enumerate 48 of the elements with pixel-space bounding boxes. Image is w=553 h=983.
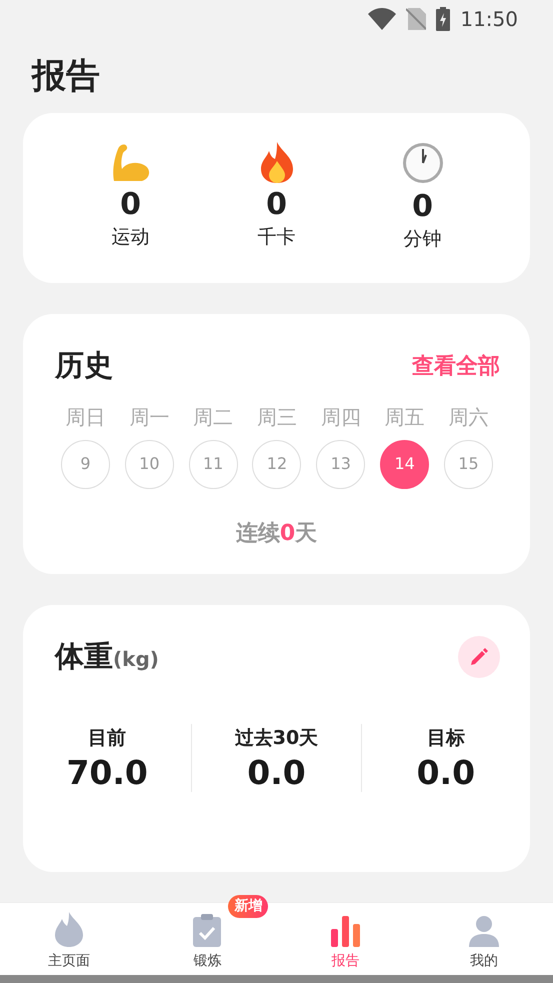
weekday-label: 周三 (256, 404, 297, 431)
nav-tab[interactable]: 主页面 (42, 903, 96, 975)
stat-label: 目标 (426, 726, 465, 752)
streak-text: 连续0天 (234, 520, 318, 548)
battery-charging-icon (436, 7, 450, 31)
section-title: 历史 (55, 347, 113, 384)
date-button[interactable]: 9 (61, 440, 110, 489)
stat-value: 0.0 (416, 752, 476, 792)
date-button[interactable]: 12 (252, 440, 302, 489)
edit-button[interactable] (458, 636, 500, 678)
clipboard-check-icon (192, 913, 222, 947)
bar-chart-icon (330, 915, 362, 947)
weekday-label: 周六 (448, 404, 488, 431)
stat-label: 过去30天 (234, 726, 318, 752)
wifi-icon (368, 8, 396, 30)
stat-value: 0 (120, 186, 141, 223)
date-button[interactable]: 11 (188, 440, 238, 489)
date-button[interactable]: 10 (124, 440, 174, 489)
weekday-label: 周二 (193, 404, 234, 431)
weekday-label: 周日 (66, 404, 106, 431)
clock-icon (400, 140, 444, 185)
stat-label: 分钟 (404, 226, 442, 252)
no-sim-icon (406, 8, 426, 30)
fire-icon (258, 140, 294, 183)
stat-value: 0 (412, 188, 433, 225)
stat-label: 目前 (88, 726, 126, 752)
pencil-icon (469, 646, 489, 667)
stat-label: 运动 (112, 224, 150, 250)
person-icon (468, 915, 500, 947)
new-badge: 新增 (228, 895, 268, 918)
date-button[interactable]: 15 (444, 440, 493, 489)
nav-tab[interactable]: 锻炼 (186, 903, 228, 975)
stat-value: 0.0 (247, 752, 306, 792)
weekday-label: 周一 (129, 404, 170, 431)
flame-icon (53, 911, 86, 947)
stat-label: 千卡 (258, 224, 296, 250)
nav-tab[interactable]: 我的 (462, 903, 506, 975)
date-button[interactable]: 13 (316, 440, 366, 489)
section-title: 体重(kg) (55, 638, 159, 675)
stat-value: 70.0 (66, 752, 148, 792)
nav-tab[interactable]: 报告 (324, 903, 368, 975)
status-time: 11:50 (460, 6, 518, 33)
weekday-label: 周四 (320, 404, 361, 431)
stat-value: 0 (266, 186, 287, 223)
date-button[interactable]: 14 (380, 440, 430, 489)
page-title: 报告 (32, 56, 101, 97)
weekday-label: 周五 (384, 404, 425, 431)
view-all-link[interactable]: 查看全部 (412, 350, 500, 383)
